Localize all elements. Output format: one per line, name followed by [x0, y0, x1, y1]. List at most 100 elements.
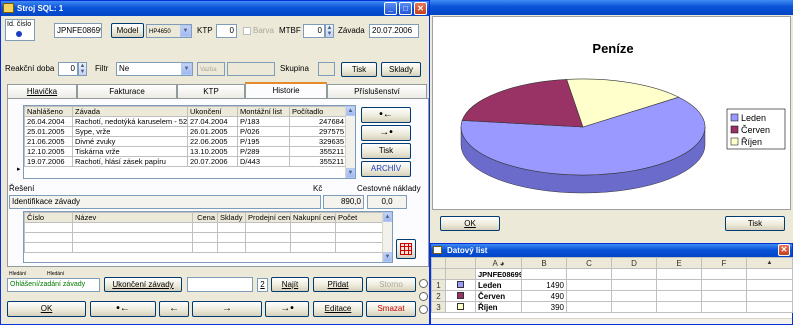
- table-row[interactable]: 26.04.2004 Rachotí, nedotýká karuselem - …: [24, 116, 347, 127]
- tab-ktp[interactable]: KTP: [177, 84, 245, 98]
- status-field[interactable]: Ohlášení/zadání závady: [7, 278, 100, 292]
- scroll-up-icon[interactable]: ▲: [346, 106, 355, 116]
- col-ukonceni[interactable]: Ukončení: [187, 106, 238, 117]
- zavada-date-input[interactable]: 20.07.2006: [369, 24, 419, 38]
- col-header-b[interactable]: B: [521, 257, 567, 269]
- col-pocitadlo[interactable]: Počítadlo: [289, 106, 347, 117]
- minimize-icon[interactable]: _: [384, 2, 397, 15]
- dot-icon[interactable]: [419, 292, 428, 301]
- history-tisk-button[interactable]: Tisk: [361, 143, 411, 159]
- chart-titlebar[interactable]: [430, 0, 793, 15]
- skupina-input[interactable]: [318, 62, 335, 76]
- scroll-down-icon[interactable]: ▼: [383, 252, 392, 262]
- table-row[interactable]: 12.10.2005 Tiskárna vrže 13.10.2005 P/289 35…: [24, 146, 347, 157]
- table-cell[interactable]: 26.01.2005: [187, 126, 238, 137]
- table-cell[interactable]: 27.04.2004: [187, 116, 238, 127]
- col-sklady[interactable]: Sklady: [217, 212, 246, 223]
- table-row[interactable]: 21.06.2005 Divné zvuky 22.06.2005 P/195 3296…: [24, 136, 347, 147]
- table-row[interactable]: 19.07.2006 Rachotí, hlásí zásek papíru 20.…: [24, 156, 347, 167]
- table-cell[interactable]: Rachotí, hlásí zásek papíru: [72, 156, 188, 167]
- col-header-c[interactable]: C: [566, 257, 612, 269]
- chart-tisk-button[interactable]: Tisk: [725, 216, 785, 231]
- datasheet-hscrollbar[interactable]: [431, 318, 792, 324]
- col-montazni-list[interactable]: Montážní list: [237, 106, 290, 117]
- datasheet-row[interactable]: 3 Říjen 390: [431, 301, 793, 313]
- vazba-input[interactable]: Vazba: [197, 62, 225, 76]
- table-cell[interactable]: 22.06.2005: [187, 136, 238, 147]
- table-cell[interactable]: 21.06.2005: [24, 136, 73, 147]
- table-cell[interactable]: 355211: [289, 156, 347, 167]
- barva-checkbox[interactable]: [243, 27, 251, 35]
- sklady-button[interactable]: Sklady: [381, 62, 421, 77]
- table-cell[interactable]: 19.07.2006: [24, 156, 73, 167]
- col-header-a[interactable]: A ◕: [475, 257, 522, 269]
- col-header-e[interactable]: E: [656, 257, 702, 269]
- table-cell[interactable]: Tiskárna vrže: [72, 146, 188, 157]
- table-row[interactable]: [24, 242, 383, 253]
- col-pocet[interactable]: Počet: [335, 212, 383, 223]
- table-cell[interactable]: 329635: [289, 136, 347, 147]
- col-nahlaseno[interactable]: Nahlášeno: [24, 106, 73, 117]
- table-cell[interactable]: 297575: [289, 126, 347, 137]
- table-cell[interactable]: Rachotí, nedotýká karuselem - 52: [72, 116, 188, 127]
- table-cell[interactable]: Sype, vrže: [72, 126, 188, 137]
- editace-button[interactable]: Editace: [313, 301, 363, 317]
- scroll-down-icon[interactable]: ▼: [346, 168, 355, 178]
- nav-last-button[interactable]: →•: [265, 301, 309, 317]
- table-row[interactable]: 25.01.2005 Sype, vrže 26.01.2005 P/026 29757…: [24, 126, 347, 137]
- datasheet-row[interactable]: 2 Červen 490: [431, 290, 793, 302]
- datasheet-label-cell[interactable]: Říjen: [475, 301, 522, 313]
- history-scrollbar[interactable]: ▲ ▼: [345, 106, 355, 178]
- archiv-button[interactable]: ARCHÍV: [361, 161, 411, 177]
- table-row[interactable]: [24, 232, 383, 243]
- ok-button[interactable]: OK: [7, 301, 86, 317]
- table-cell[interactable]: P/195: [237, 136, 290, 147]
- stroj-titlebar[interactable]: Stroj SQL: 1 _ □ ✕: [1, 1, 429, 16]
- reseni-input[interactable]: Identifikace závady: [9, 195, 321, 209]
- nav-next-button[interactable]: →: [192, 301, 262, 317]
- table-cell[interactable]: 20.07.2006: [187, 156, 238, 167]
- chevron-down-icon[interactable]: ▼: [181, 63, 192, 75]
- col-prodejni-cena[interactable]: Prodejní cena: [245, 212, 291, 223]
- scroll-up-icon[interactable]: ▲: [383, 212, 392, 222]
- table-cell[interactable]: 13.10.2005: [187, 146, 238, 157]
- table-cell[interactable]: 26.04.2004: [24, 116, 73, 127]
- mtbf-input[interactable]: 0: [303, 24, 325, 38]
- nav-first-button[interactable]: •←: [90, 301, 156, 317]
- scroll-up-icon[interactable]: ▲: [746, 257, 793, 269]
- table-cell[interactable]: 25.01.2005: [24, 126, 73, 137]
- col-zavada[interactable]: Závada: [72, 106, 188, 117]
- model-button[interactable]: Model: [111, 23, 144, 38]
- maximize-icon[interactable]: □: [399, 2, 412, 15]
- table-cell[interactable]: 247684: [289, 116, 347, 127]
- chart-ok-button[interactable]: OK: [440, 216, 500, 231]
- najit-button[interactable]: Najít: [271, 277, 309, 292]
- col-header-f[interactable]: F: [701, 257, 747, 269]
- smazat-button[interactable]: Smazat: [366, 301, 416, 317]
- close-icon[interactable]: ✕: [778, 244, 790, 256]
- table-cell[interactable]: P/183: [237, 116, 290, 127]
- datasheet-label-cell[interactable]: Červen: [475, 290, 522, 302]
- datasheet-value-cell[interactable]: 490: [521, 290, 567, 302]
- table-cell[interactable]: P/289: [237, 146, 290, 157]
- model-select[interactable]: HP4650 ▼: [146, 24, 192, 38]
- history-prev-button[interactable]: •←: [361, 107, 411, 123]
- tab-historie[interactable]: Historie: [245, 82, 327, 99]
- radio-icon[interactable]: [16, 31, 22, 37]
- reakcni-doba-spinner[interactable]: ▲ ▼: [78, 62, 87, 76]
- tisk-button[interactable]: Tisk: [341, 62, 377, 77]
- datasheet-titlebar[interactable]: Datový list ✕: [431, 244, 792, 257]
- datasheet-value-cell[interactable]: 1490: [521, 279, 567, 291]
- close-icon[interactable]: ✕: [414, 2, 427, 15]
- col-nazev[interactable]: Název: [72, 212, 193, 223]
- filtr-select[interactable]: Ne ▼: [116, 62, 193, 76]
- parts-scrollbar[interactable]: ▲ ▼: [382, 212, 392, 262]
- vazba-value[interactable]: [227, 62, 275, 76]
- id-cislo-input[interactable]: JPNFE08699: [54, 23, 102, 38]
- tab-hlavicka[interactable]: Hlavička: [7, 84, 77, 98]
- tab-prislusenstvi[interactable]: Příslušenství: [327, 84, 427, 98]
- history-next-button[interactable]: →•: [361, 125, 411, 141]
- dot-icon[interactable]: [419, 305, 428, 314]
- table-cell[interactable]: Divné zvuky: [72, 136, 188, 147]
- reakcni-doba-input[interactable]: 0: [58, 62, 78, 76]
